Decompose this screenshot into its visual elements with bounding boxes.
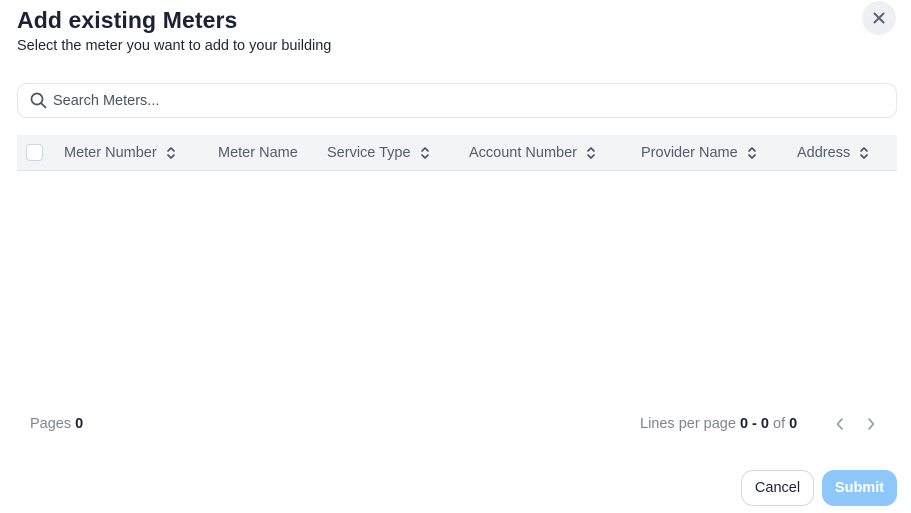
chevron-left-icon [836,418,843,430]
lines-per-page-label: Lines per page [640,416,736,432]
column-header-meter-name[interactable]: Meter Name [218,135,298,171]
search-icon [30,92,47,109]
table-header: Meter Number Meter Name Service Type Acc… [17,135,897,171]
sort-icon[interactable] [859,146,869,160]
column-label: Account Number [469,145,577,161]
next-page-button[interactable] [861,414,881,434]
column-header-account-number[interactable]: Account Number [469,135,596,171]
column-header-provider-name[interactable]: Provider Name [641,135,757,171]
search-input[interactable] [53,92,833,109]
lines-per-page-indicator: Lines per page 0 - 0 of 0 [640,416,797,432]
previous-page-button[interactable] [830,414,850,434]
column-header-meter-number[interactable]: Meter Number [64,135,176,171]
column-header-address[interactable]: Address [797,135,869,171]
column-label: Service Type [327,145,411,161]
select-all-checkbox[interactable] [26,144,43,161]
column-label: Meter Number [64,145,157,161]
submit-button[interactable]: Submit [822,470,897,506]
column-label: Meter Name [218,145,298,161]
column-label: Address [797,145,851,161]
close-icon [873,12,885,24]
close-button[interactable] [862,1,896,35]
pages-value: 0 [75,416,84,432]
cancel-button[interactable]: Cancel [741,470,814,506]
search-box [17,83,897,118]
sort-icon[interactable] [586,146,596,160]
total-value: 0 [789,416,798,432]
of-label: of [773,416,786,432]
sort-icon[interactable] [747,146,757,160]
dialog-title: Add existing Meters [17,7,238,33]
sort-icon[interactable] [166,146,176,160]
pages-indicator: Pages 0 [30,416,83,432]
column-header-service-type[interactable]: Service Type [327,135,430,171]
range-value: 0 - 0 [739,416,769,432]
sort-icon[interactable] [420,146,430,160]
column-label: Provider Name [641,145,738,161]
chevron-right-icon [868,418,875,430]
pages-label: Pages [30,416,72,432]
dialog-subtitle: Select the meter you want to add to your… [17,38,332,54]
